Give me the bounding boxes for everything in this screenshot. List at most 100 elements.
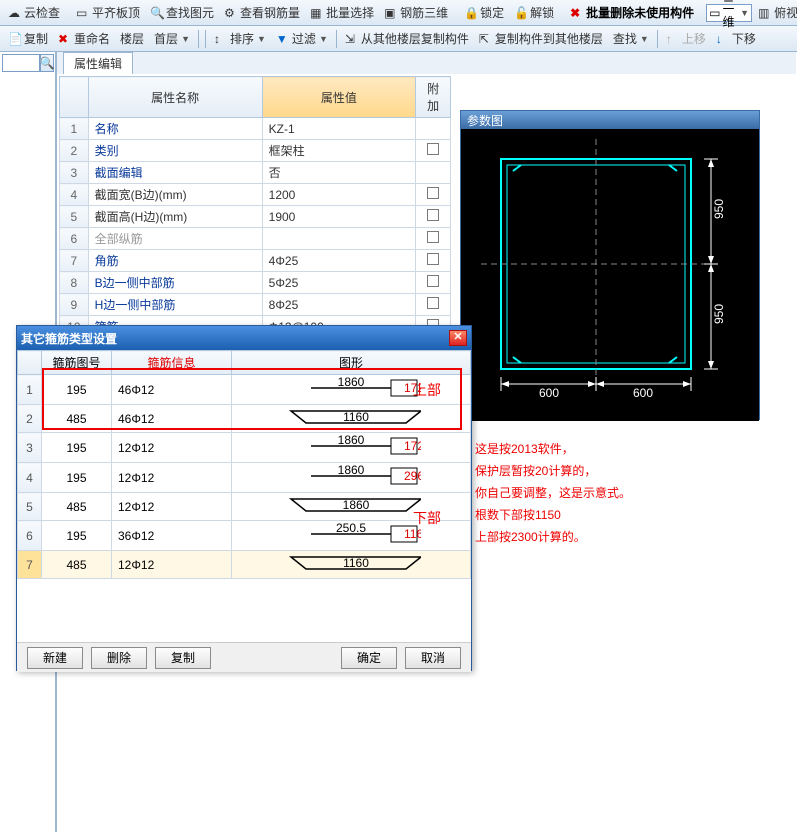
tb-rebar-qty[interactable]: ⚙查看钢筋量: [220, 2, 304, 23]
tab-property-edit[interactable]: 属性编辑: [63, 52, 133, 74]
tb-batch-select[interactable]: ▦批量选择: [306, 2, 378, 23]
tb-batch-delete[interactable]: ✖批量删除未使用构件: [566, 2, 698, 23]
stirrup-row[interactable]: 4 195 12Φ12 1860296: [18, 463, 471, 493]
property-row[interactable]: 9 H边一侧中部筋 8Φ25: [60, 294, 451, 316]
checkbox-icon[interactable]: [427, 143, 439, 155]
svg-text:600: 600: [633, 386, 653, 400]
tb-find-elem[interactable]: 🔍查找图元: [146, 2, 218, 23]
view-2d-dropdown[interactable]: ▭二维▼: [706, 4, 752, 22]
stirrup-id[interactable]: 485: [42, 493, 112, 521]
prop-value[interactable]: 8Φ25: [262, 294, 416, 316]
tb-copy-to[interactable]: ⇱复制构件到其他楼层: [475, 28, 607, 49]
property-row[interactable]: 2 类别 框架柱: [60, 140, 451, 162]
separator: [657, 30, 658, 48]
stirrup-shape: 1860296: [232, 463, 471, 493]
checkbox-icon[interactable]: [427, 231, 439, 243]
checkbox-icon[interactable]: [427, 275, 439, 287]
copy-icon: 📄: [8, 32, 22, 46]
prop-value[interactable]: 1900: [262, 206, 416, 228]
prop-extra[interactable]: [416, 206, 451, 228]
tb-view-side[interactable]: ▥俯视: [754, 2, 797, 23]
stirrup-row[interactable]: 3 195 12Φ12 1860172.5: [18, 433, 471, 463]
row-idx: 9: [60, 294, 89, 316]
property-row[interactable]: 4 截面宽(B边)(mm) 1200: [60, 184, 451, 206]
prop-value[interactable]: 否: [262, 162, 416, 184]
prop-extra[interactable]: [416, 294, 451, 316]
prop-value[interactable]: [262, 228, 416, 250]
tb-rebar-3d[interactable]: ▣钢筋三维: [380, 2, 452, 23]
tb-move-down[interactable]: ↓下移: [712, 28, 760, 49]
checkbox-icon[interactable]: [427, 209, 439, 221]
stirrup-row[interactable]: 6 195 36Φ12 250.51160: [18, 521, 471, 551]
tb-cloud-check[interactable]: ☁云检查: [4, 2, 64, 23]
stirrup-info[interactable]: 12Φ12: [112, 433, 232, 463]
stirrup-id[interactable]: 195: [42, 463, 112, 493]
search-button[interactable]: 🔍: [40, 54, 54, 72]
tb-copy[interactable]: 📄复制: [4, 28, 52, 49]
align-icon: ▭: [76, 6, 90, 20]
tb-rename[interactable]: ✖重命名: [54, 28, 114, 49]
cancel-button[interactable]: 取消: [405, 647, 461, 669]
svg-text:296: 296: [404, 469, 421, 483]
property-row[interactable]: 3 截面编辑 否: [60, 162, 451, 184]
property-row[interactable]: 8 B边一侧中部筋 5Φ25: [60, 272, 451, 294]
stirrup-row[interactable]: 7 485 12Φ12 1160: [18, 551, 471, 579]
tb-unlock[interactable]: 🔓解锁: [510, 2, 558, 23]
tb-floor-select[interactable]: 首层▼: [150, 28, 194, 49]
row-idx: 8: [60, 272, 89, 294]
tb-move-up[interactable]: ↑上移: [662, 28, 710, 49]
dialog-title-text: 其它箍筋类型设置: [21, 330, 117, 347]
row-idx: 3: [18, 433, 42, 463]
stirrup-info[interactable]: 36Φ12: [112, 521, 232, 551]
stirrup-info[interactable]: 12Φ12: [112, 493, 232, 521]
tb-filter[interactable]: ▼过滤▼: [272, 28, 332, 49]
prop-extra[interactable]: [416, 140, 451, 162]
stirrup-id[interactable]: 195: [42, 433, 112, 463]
prop-value[interactable]: 框架柱: [262, 140, 416, 162]
separator: [336, 30, 337, 48]
section-diagram-svg: 600 600 950 950: [461, 129, 761, 421]
prop-extra[interactable]: [416, 162, 451, 184]
checkbox-icon[interactable]: [427, 253, 439, 265]
stirrup-id[interactable]: 195: [42, 521, 112, 551]
stirrup-info[interactable]: 12Φ12: [112, 551, 232, 579]
prop-name: B边一侧中部筋: [88, 272, 262, 294]
row-idx: 5: [18, 493, 42, 521]
stirrup-id[interactable]: 485: [42, 551, 112, 579]
dialog-button-bar: 新建 删除 复制 确定 取消: [17, 642, 471, 672]
cloud-icon: ☁: [8, 6, 22, 20]
prop-value[interactable]: 4Φ25: [262, 250, 416, 272]
tb-sort[interactable]: ↕排序▼: [210, 28, 270, 49]
property-row[interactable]: 5 截面高(H边)(mm) 1900: [60, 206, 451, 228]
property-row[interactable]: 1 名称 KZ-1: [60, 118, 451, 140]
prop-extra[interactable]: [416, 228, 451, 250]
prop-extra[interactable]: [416, 184, 451, 206]
tb-copy-from[interactable]: ⇲从其他楼层复制构件: [341, 28, 473, 49]
property-row[interactable]: 7 角筋 4Φ25: [60, 250, 451, 272]
checkbox-icon[interactable]: [427, 187, 439, 199]
search-input[interactable]: [2, 54, 40, 72]
stirrup-row[interactable]: 5 485 12Φ12 1860: [18, 493, 471, 521]
property-row[interactable]: 6 全部纵筋: [60, 228, 451, 250]
dialog-titlebar[interactable]: 其它箍筋类型设置 ✕: [17, 326, 471, 350]
3d-icon: ▣: [384, 6, 398, 20]
tb-find[interactable]: 查找▼: [609, 28, 653, 49]
checkbox-icon[interactable]: [427, 297, 439, 309]
prop-value[interactable]: KZ-1: [262, 118, 416, 140]
tb-align-top[interactable]: ▭平齐板顶: [72, 2, 144, 23]
prop-extra[interactable]: [416, 272, 451, 294]
prop-value[interactable]: 1200: [262, 184, 416, 206]
ok-button[interactable]: 确定: [341, 647, 397, 669]
note-line: 保护层暂按20计算的，: [475, 460, 631, 482]
tab-strip: 属性编辑: [57, 52, 796, 74]
prop-value[interactable]: 5Φ25: [262, 272, 416, 294]
prop-extra[interactable]: [416, 118, 451, 140]
stirrup-info[interactable]: 12Φ12: [112, 463, 232, 493]
copy-button[interactable]: 复制: [155, 647, 211, 669]
rebar-icon: ⚙: [224, 6, 238, 20]
tb-lock[interactable]: 🔒锁定: [460, 2, 508, 23]
new-button[interactable]: 新建: [27, 647, 83, 669]
dialog-close-button[interactable]: ✕: [449, 330, 467, 346]
delete-button[interactable]: 删除: [91, 647, 147, 669]
prop-extra[interactable]: [416, 250, 451, 272]
